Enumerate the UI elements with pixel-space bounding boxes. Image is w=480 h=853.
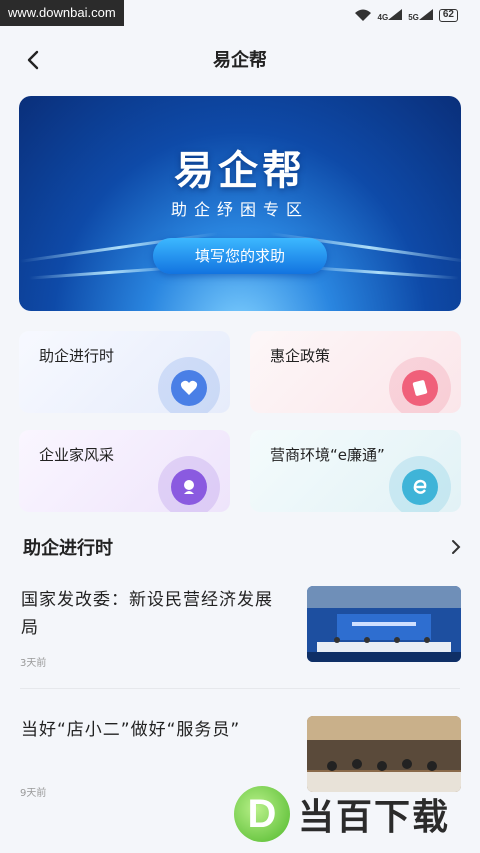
top-nav: 易企帮 (0, 38, 480, 82)
card-label: 企业家风采 (39, 446, 115, 464)
news-item[interactable]: 国家发改委：新设民营经济发展局 3天前 (0, 586, 480, 716)
site-watermark: www.downbai.com (0, 0, 124, 26)
signal-5g-icon: 5G (408, 9, 433, 22)
card-assist-progress[interactable]: 助企进行时 (19, 331, 230, 413)
signal-4g-icon: 4G (378, 9, 403, 22)
news-time: 9天前 (20, 788, 47, 799)
card-business-env[interactable]: 营商环境“e廉通” (250, 430, 461, 512)
card-entrepreneur[interactable]: 企业家风采 (19, 430, 230, 512)
chevron-right-icon[interactable] (448, 538, 464, 556)
news-time: 3天前 (20, 658, 47, 669)
heart-chat-icon (158, 357, 220, 413)
logo-text: 当百下载 (298, 797, 451, 838)
news-thumbnail (307, 716, 461, 792)
section-title: 助企进行时 (23, 538, 113, 559)
site-logo-watermark: D 当百下载 (234, 784, 480, 844)
banner-subtitle: 助企纾困专区 (170, 200, 309, 219)
news-thumbnail (307, 586, 461, 662)
card-label: 惠企政策 (270, 347, 331, 365)
card-label: 营商环境“e廉通” (270, 446, 385, 464)
card-policy[interactable]: 惠企政策 (250, 331, 461, 413)
help-banner[interactable]: 易企帮 助企纾困专区 填写您的求助 (19, 96, 461, 311)
logo-mark: D (234, 786, 290, 842)
profile-icon (158, 456, 220, 512)
e-letter-icon (389, 456, 451, 512)
battery-icon: 62 (438, 9, 458, 22)
wifi-icon (354, 9, 371, 21)
banner-title: 易企帮 (174, 148, 306, 194)
page-title: 易企帮 (213, 50, 267, 71)
document-icon (389, 357, 451, 413)
banner-decoration (299, 265, 459, 280)
status-icons: 4G 5G 62 (354, 9, 458, 22)
divider (20, 688, 460, 689)
news-title: 国家发改委：新设民营经济发展局 (21, 590, 273, 638)
submit-help-button[interactable]: 填写您的求助 (153, 238, 327, 274)
news-title: 当好“店小二”做好“服务员” (21, 720, 241, 740)
card-label: 助企进行时 (39, 347, 115, 365)
status-bar: www.downbai.com 4G 5G 62 (0, 0, 480, 34)
